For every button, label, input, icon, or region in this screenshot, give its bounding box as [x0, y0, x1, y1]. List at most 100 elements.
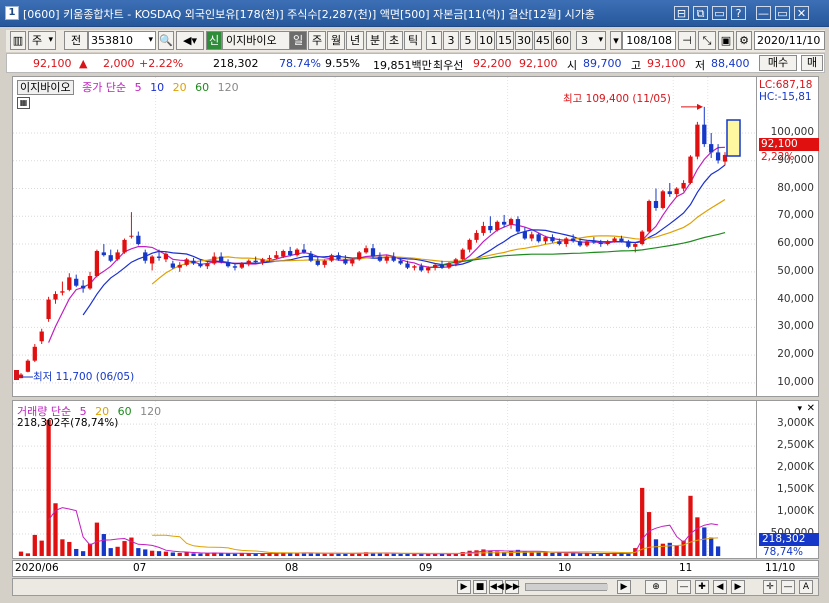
scroll-thumb[interactable]: [526, 584, 608, 590]
price-tick-label: 30,000: [777, 320, 814, 333]
candle-body: [626, 241, 631, 247]
candle-body: [667, 191, 672, 195]
date-input[interactable]: 2020/11/10: [754, 31, 825, 50]
candle-body: [501, 221, 507, 225]
period-select[interactable]: 주: [28, 31, 56, 50]
period-day[interactable]: 일: [289, 31, 307, 50]
close-icon[interactable]: ✕: [794, 6, 809, 20]
sell-button[interactable]: 매: [801, 55, 823, 71]
volume-chart-pane[interactable]: 거래량 단순 5 20 60 120 218,302주(78,74%): [12, 400, 757, 559]
volume-bar: [412, 553, 417, 556]
maximize-icon[interactable]: ▭: [775, 6, 790, 20]
title-bar: 1 [0600] 키움종합차트 - KOSDAQ 외국인보유[178(천)] 주…: [0, 0, 829, 27]
vol-ma-5: [48, 507, 719, 555]
close-pane-icon[interactable]: ✕: [807, 403, 815, 414]
interval-1[interactable]: 1: [426, 31, 442, 50]
stock-code-input[interactable]: 353810: [88, 31, 156, 50]
zoom-out-icon[interactable]: —: [677, 580, 691, 594]
buy-button[interactable]: 매수: [759, 55, 797, 71]
candle-body: [87, 275, 93, 289]
help-icon[interactable]: ?: [731, 6, 746, 20]
candle-body: [695, 124, 700, 157]
x-axis: 2020/06 07 08 09 10 11 11/10: [12, 560, 819, 577]
volume-bar: [294, 553, 300, 556]
candle-body: [453, 259, 458, 264]
period-tick[interactable]: 틱: [404, 31, 422, 50]
stop-icon[interactable]: ■: [473, 580, 487, 594]
layout-icon[interactable]: ▭: [712, 6, 727, 20]
candle-body: [660, 191, 666, 208]
interval-30[interactable]: 30: [515, 31, 533, 50]
sound-icon[interactable]: ◀▾: [176, 31, 204, 50]
volume-note: 218,302주(78,74%): [17, 417, 119, 429]
candle-body: [550, 237, 555, 242]
volume-bar: [149, 550, 155, 556]
volume-bar: [550, 552, 555, 556]
period-month[interactable]: 월: [327, 31, 345, 50]
candle-body: [212, 256, 217, 264]
fit-icon[interactable]: ✛: [763, 580, 777, 594]
play-icon[interactable]: ▶: [457, 580, 471, 594]
minimize-icon[interactable]: —: [756, 6, 771, 20]
candle-body: [94, 250, 100, 276]
legend-ma120: 120: [217, 81, 239, 94]
x-label-2020-06: 2020/06: [15, 562, 59, 574]
candle-body: [18, 374, 24, 379]
candle-body: [653, 201, 659, 208]
collapse-icon[interactable]: ▾: [797, 404, 802, 414]
interval-3[interactable]: 3: [443, 31, 459, 50]
interval-45[interactable]: 45: [534, 31, 552, 50]
prev-page-icon[interactable]: ◀: [713, 580, 727, 594]
interval-60[interactable]: 60: [553, 31, 571, 50]
candle-body: [184, 259, 189, 265]
next-page-icon[interactable]: ▶: [731, 580, 745, 594]
scroll-track[interactable]: [525, 583, 608, 591]
hc-value: HC:-15,81: [759, 91, 812, 103]
trade-amount: 19,851백만: [373, 59, 432, 72]
volume-bar: [674, 545, 679, 556]
volume-bar: [225, 553, 231, 556]
custom-interval-select[interactable]: 3: [576, 31, 606, 50]
link-icon[interactable]: ⊟: [674, 6, 689, 20]
current-candle-box: [726, 119, 741, 157]
candle-body: [267, 257, 272, 260]
grid-icon[interactable]: ▦: [17, 97, 30, 109]
step-down-icon[interactable]: ▾: [610, 31, 622, 50]
volume-bar: [398, 553, 403, 556]
rewind-icon[interactable]: ◀◀: [489, 580, 504, 594]
period-week[interactable]: 주: [308, 31, 326, 50]
restore-icon[interactable]: ⧉: [693, 6, 708, 20]
volume-bar: [343, 553, 348, 556]
scroll-right-icon[interactable]: ▶: [617, 580, 631, 594]
search-icon[interactable]: 🔍: [158, 31, 174, 50]
interval-5[interactable]: 5: [460, 31, 476, 50]
chart-scrollbar[interactable]: ▶ ■ ◀◀ ▶▶ ▶ ⊕ — ✚ ◀ ▶ ✛ — A: [12, 578, 819, 596]
gear-icon[interactable]: ⚙: [736, 31, 752, 50]
up-arrow-icon: ▲: [79, 57, 88, 70]
volume-tick-label: 2,500K: [777, 439, 814, 452]
text-tool-icon[interactable]: A: [799, 580, 813, 594]
page-count[interactable]: 108/108: [622, 31, 676, 50]
price-chart-pane[interactable]: 이지바이오 종가 단순 5 10 20 60 120 ▦ 최고 109,400 …: [12, 76, 757, 397]
pin-icon[interactable]: ⊣: [678, 31, 696, 50]
prev-button[interactable]: 전: [64, 31, 88, 50]
period-year[interactable]: 년: [346, 31, 364, 50]
candle-body: [177, 264, 182, 268]
volume-bar: [460, 552, 465, 556]
interval-10[interactable]: 10: [477, 31, 495, 50]
volume-bar: [715, 546, 721, 556]
zoom-icon[interactable]: ⊕: [645, 580, 667, 594]
candle-body: [322, 260, 327, 265]
trend-tool-icon[interactable]: ⤡: [698, 31, 716, 50]
period-minute[interactable]: 분: [366, 31, 384, 50]
zoom-in-icon[interactable]: ✚: [695, 580, 709, 594]
price-change: 2,000: [103, 57, 135, 70]
chart-type-icon[interactable]: ▥: [10, 31, 26, 50]
decrease-icon[interactable]: —: [781, 580, 795, 594]
interval-15[interactable]: 15: [496, 31, 514, 50]
period-second[interactable]: 초: [385, 31, 403, 50]
save-icon[interactable]: ▣: [718, 31, 734, 50]
candle-body: [460, 249, 465, 260]
best-bid: 92,100: [519, 57, 558, 70]
forward-icon[interactable]: ▶▶: [505, 580, 520, 594]
